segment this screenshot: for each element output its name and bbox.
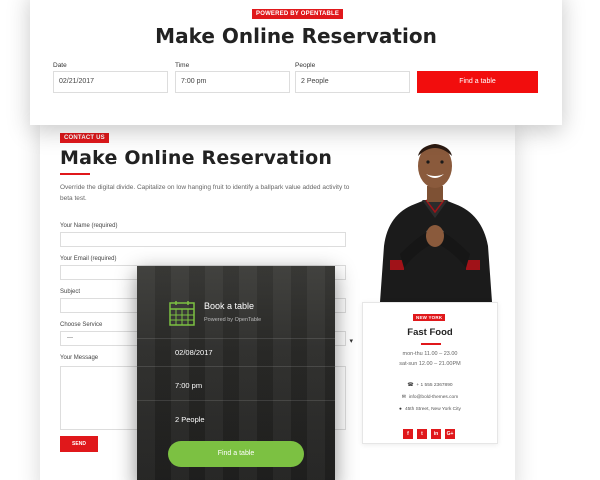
people-input[interactable]: 2 People: [295, 71, 410, 93]
reservation-bar-card: POWERED BY OPENTABLE Make Online Reserva…: [30, 0, 562, 125]
phone-icon: ☎: [407, 383, 414, 388]
divider: [137, 400, 335, 401]
divider: [137, 338, 335, 339]
venue-underline: [421, 343, 441, 345]
facebook-icon[interactable]: f: [403, 429, 413, 439]
email-label: Your Email (required): [60, 256, 117, 262]
send-button[interactable]: SEND: [60, 436, 98, 452]
service-select-value: ---: [67, 335, 73, 341]
twitter-icon[interactable]: t: [417, 429, 427, 439]
venue-email[interactable]: ✉ info@bold-themes.com: [363, 395, 497, 400]
powered-by-badge: POWERED BY OPENTABLE: [252, 9, 344, 19]
subject-label: Subject: [60, 289, 81, 295]
venue-phone: ☎ + 1 555 2367890: [407, 383, 453, 388]
widget-find-table-button[interactable]: Find a table: [168, 441, 304, 467]
message-label: Your Message: [60, 355, 99, 361]
people-label: People: [295, 62, 316, 69]
hours-weekend: sat-sun 12.00 – 21.00PM: [399, 361, 461, 367]
calendar-icon: [169, 301, 195, 326]
google-plus-icon[interactable]: G+: [445, 429, 455, 439]
widget-date-field[interactable]: 02/08/2017: [175, 348, 325, 357]
contact-us-badge: CONTACT US: [60, 133, 109, 143]
name-label: Your Name (required): [60, 223, 118, 229]
opentable-widget: Book a table Powered by OpenTable 02/08/…: [137, 266, 335, 480]
linkedin-icon[interactable]: in: [431, 429, 441, 439]
venue-address: ● 45th Street, New York City: [399, 407, 461, 412]
widget-title: Book a table: [204, 301, 255, 311]
time-label: Time: [175, 62, 190, 69]
venue-card: New York Fast Food mon-thu 11.00 – 23.00…: [362, 302, 498, 444]
envelope-icon: ✉: [401, 395, 406, 400]
hours-weekday: mon-thu 11.00 – 23.00: [402, 351, 458, 357]
title-underline: [60, 173, 90, 175]
city-badge: New York: [413, 314, 446, 321]
widget-people-field[interactable]: 2 People: [175, 415, 325, 424]
widget-subtitle: Powered by OpenTable: [204, 317, 262, 323]
contact-title: Make Online Reservation: [60, 147, 333, 169]
time-input[interactable]: 7:00 pm: [175, 71, 290, 93]
social-links: f t in G+: [403, 429, 455, 439]
widget-time-field[interactable]: 7:00 pm: [175, 381, 325, 390]
divider: [137, 366, 335, 367]
venue-name: Fast Food: [407, 327, 453, 338]
chef-photo: [380, 144, 492, 302]
reservation-title: Make Online Reservation: [155, 24, 437, 48]
chevron-down-icon: ▾: [349, 338, 353, 345]
service-label: Choose Service: [60, 322, 103, 328]
date-label: Date: [53, 62, 67, 69]
date-input[interactable]: 02/21/2017: [53, 71, 168, 93]
find-table-button[interactable]: Find a table: [417, 71, 538, 93]
name-input[interactable]: [60, 232, 346, 247]
location-pin-icon: ●: [399, 407, 402, 412]
contact-description: Override the digital divide. Capitalize …: [60, 184, 350, 202]
